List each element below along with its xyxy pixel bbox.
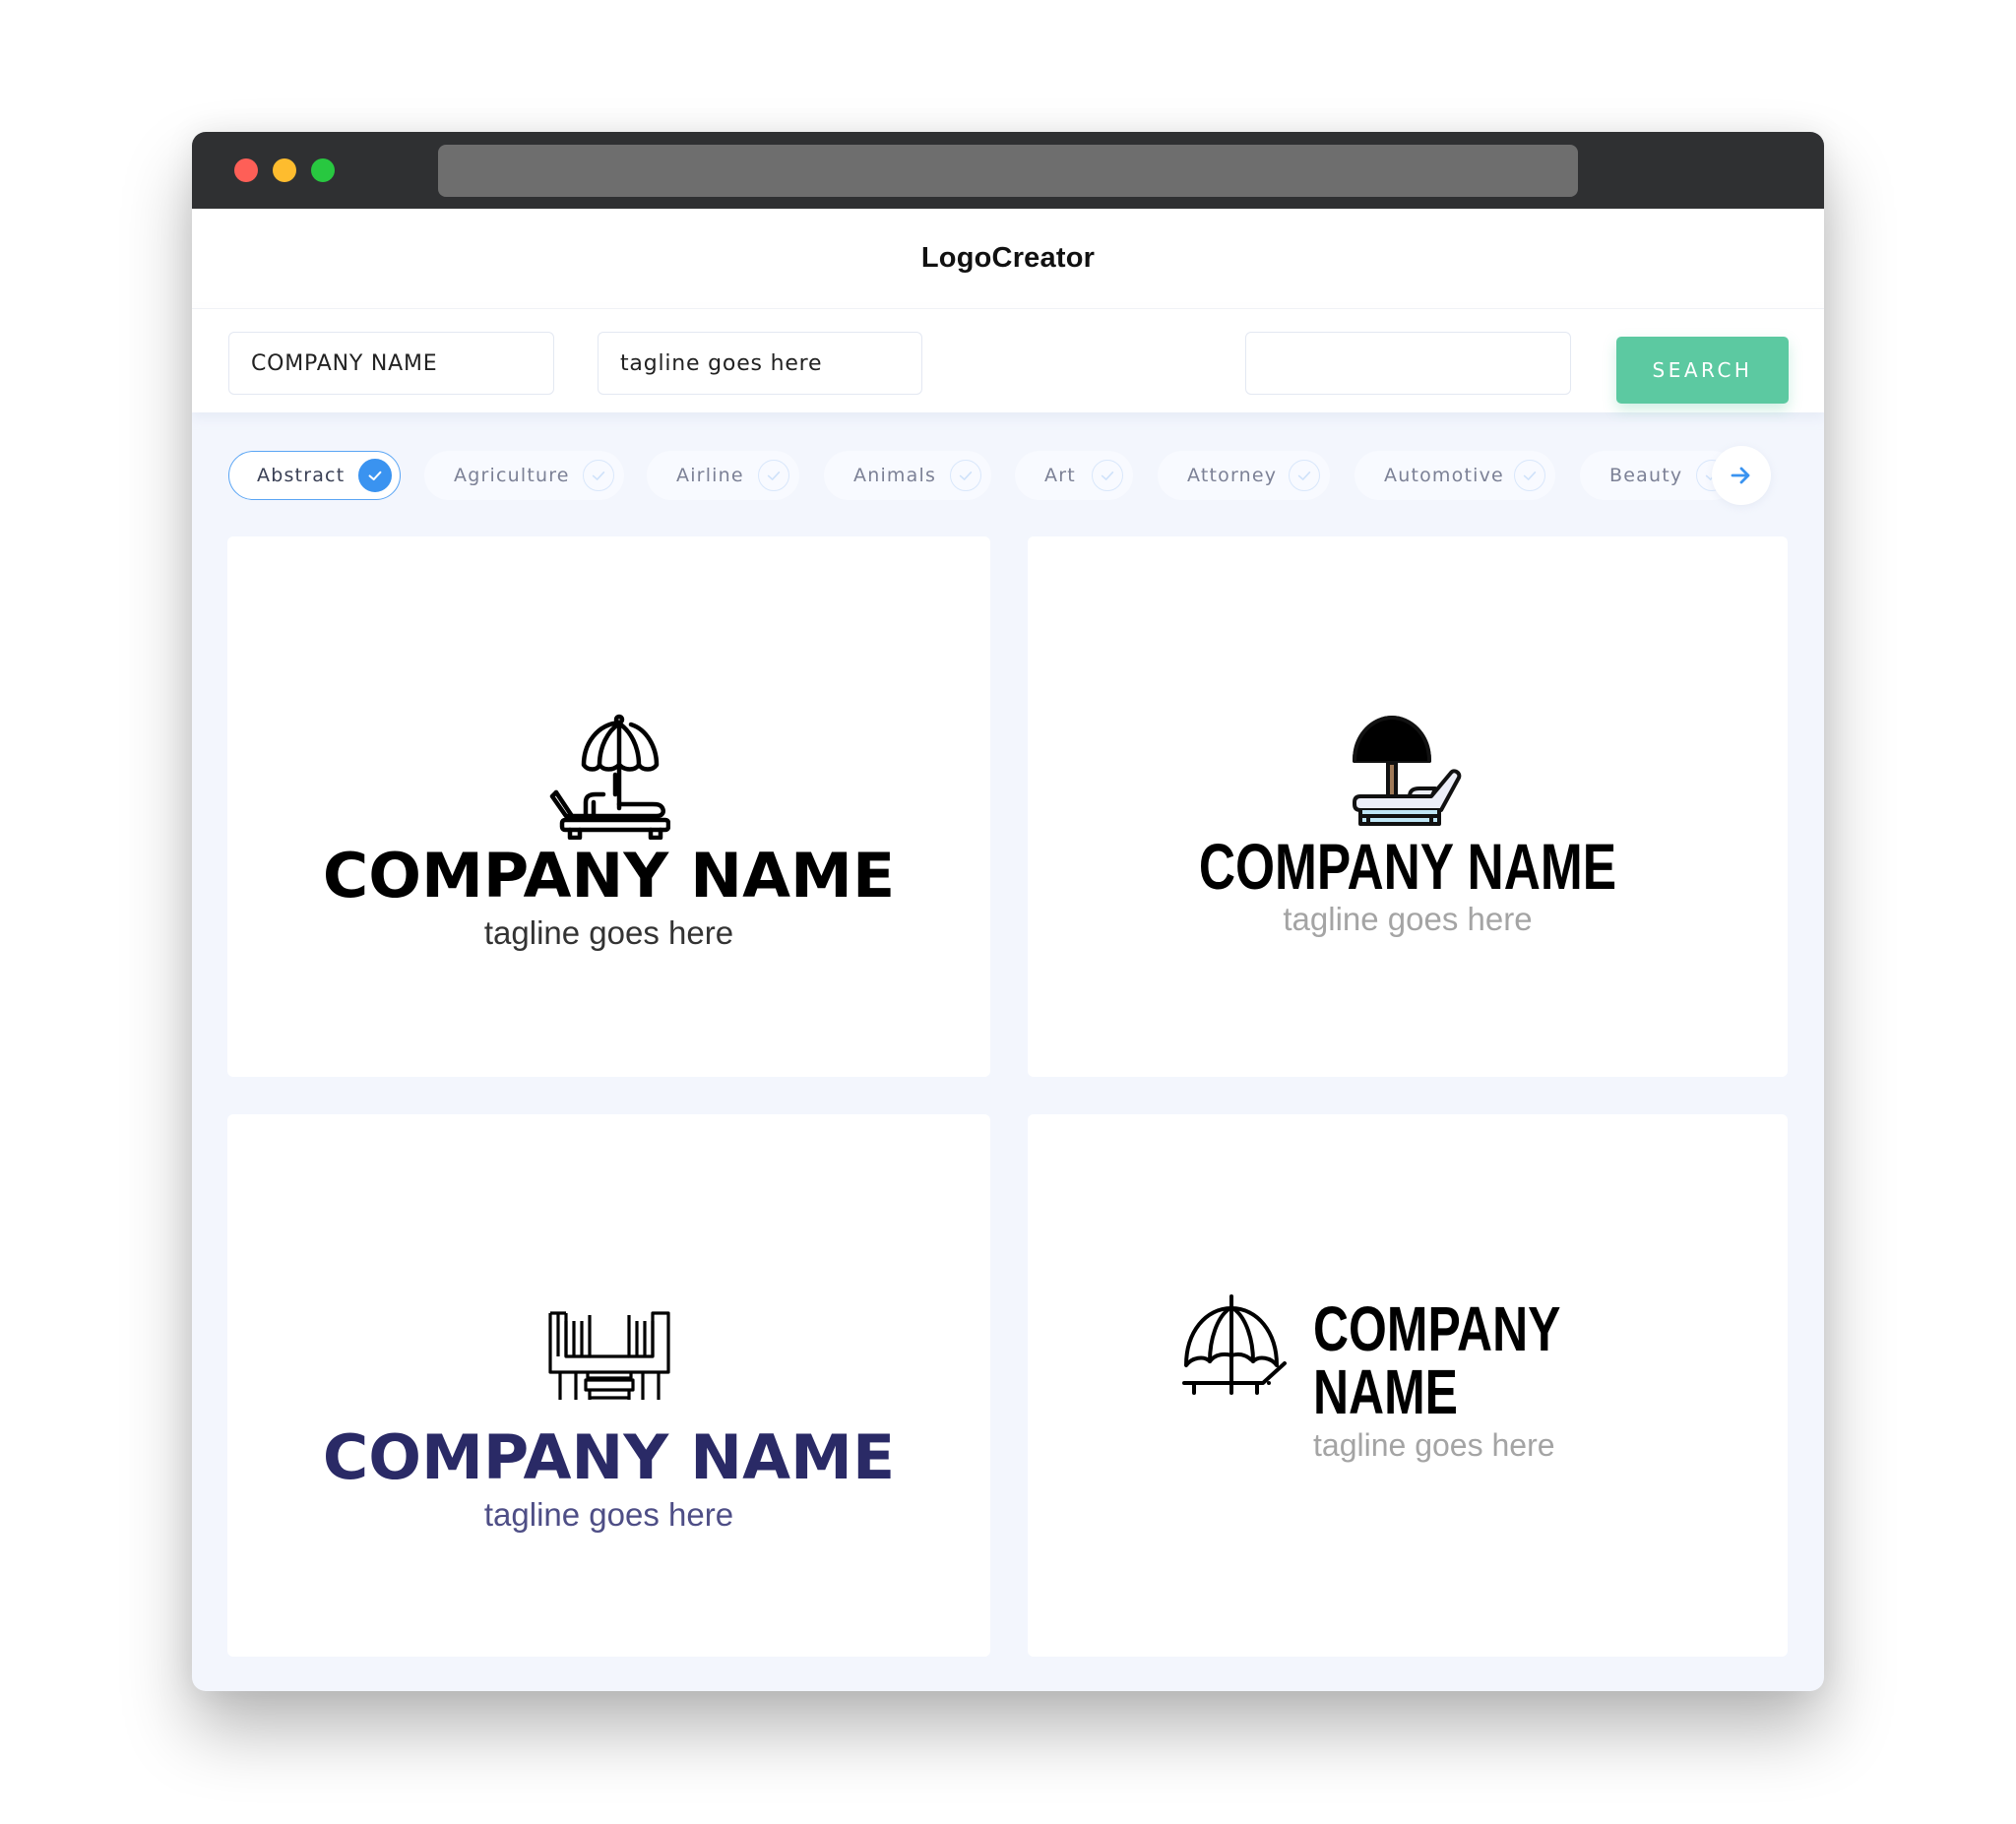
checkmark-icon <box>358 459 392 492</box>
category-label: Animals <box>853 465 937 486</box>
logo-card[interactable]: COMPANY NAME tagline goes here <box>227 536 990 1077</box>
logo-tagline: tagline goes here <box>483 914 734 951</box>
checkmark-icon <box>950 460 981 491</box>
logo-card[interactable]: COMPANY NAME tagline goes here <box>1028 1114 1788 1657</box>
logo-tagline: tagline goes here <box>1283 901 1533 937</box>
category-chip-abstract[interactable]: Abstract <box>228 451 401 500</box>
category-label: Beauty <box>1609 465 1683 486</box>
category-chip-automotive[interactable]: Automotive <box>1354 451 1555 500</box>
checkmark-icon <box>758 460 789 491</box>
tagline-input[interactable]: tagline goes here <box>598 332 922 395</box>
checkmark-icon <box>583 460 614 491</box>
logo-preview: COMPANY NAME tagline goes here <box>1028 714 1788 935</box>
close-window-button[interactable] <box>234 158 258 182</box>
umbrella-lounger-icon <box>1182 1294 1287 1395</box>
category-chip-agriculture[interactable]: Agriculture <box>424 451 624 500</box>
company-name-value: COMPANY NAME <box>251 350 438 376</box>
checkmark-icon <box>1289 460 1320 491</box>
category-label: Abstract <box>257 465 346 486</box>
category-chip-attorney[interactable]: Attorney <box>1158 451 1330 500</box>
category-chip-airline[interactable]: Airline <box>647 451 799 500</box>
beach-chair-umbrella-outline-icon <box>549 714 670 840</box>
category-label: Automotive <box>1384 465 1504 486</box>
arrow-right-icon <box>1731 467 1750 484</box>
company-name-input[interactable]: COMPANY NAME <box>228 332 554 395</box>
deck-chairs-icon <box>547 1311 670 1400</box>
logo-company-name: COMPANY NAME <box>322 840 896 912</box>
category-filter-bar: Abstract Agriculture Airline Animals Art <box>228 451 1789 500</box>
category-label: Art <box>1044 465 1076 486</box>
logo-tagline: tagline goes here <box>483 1496 734 1533</box>
beach-chair-umbrella-color-icon <box>1353 716 1462 826</box>
address-bar[interactable] <box>438 145 1578 197</box>
category-chip-art[interactable]: Art <box>1015 451 1133 500</box>
logo-tagline: tagline goes here <box>1313 1427 1555 1463</box>
minimize-window-button[interactable] <box>273 158 296 182</box>
logo-preview: COMPANY NAME tagline goes here <box>227 714 990 949</box>
maximize-window-button[interactable] <box>311 158 335 182</box>
logo-company-name-wrap: COMPANY NAME <box>1313 1297 1727 1423</box>
app-title: LogoCreator <box>920 242 1096 274</box>
checkmark-icon <box>1514 460 1545 491</box>
logo-company-name: COMPANY NAME <box>1198 830 1617 903</box>
logo-card[interactable]: COMPANY NAME tagline goes here <box>1028 536 1788 1077</box>
logo-preview: COMPANY NAME tagline goes here <box>227 1311 990 1531</box>
logo-company-name: COMPANY NAME <box>1313 1293 1560 1427</box>
category-chip-animals[interactable]: Animals <box>824 451 991 500</box>
tagline-value: tagline goes here <box>620 350 823 376</box>
search-button[interactable]: SEARCH <box>1616 337 1789 404</box>
keyword-input[interactable] <box>1245 332 1571 395</box>
search-bar: COMPANY NAME tagline goes here SEARCH <box>192 308 1824 412</box>
app-header: LogoCreator <box>192 209 1824 308</box>
logo-text-block: COMPANY NAME tagline goes here <box>1313 1297 1727 1461</box>
logo-company-name-wrap: COMPANY NAME <box>1028 834 1788 899</box>
category-label: Attorney <box>1187 465 1278 486</box>
logo-company-name: COMPANY NAME <box>322 1421 896 1493</box>
checkmark-icon <box>1092 460 1123 491</box>
category-label: Airline <box>676 465 744 486</box>
category-label: Agriculture <box>454 465 570 486</box>
title-bar <box>192 132 1824 209</box>
logo-card[interactable]: COMPANY NAME tagline goes here <box>227 1114 990 1657</box>
next-categories-button[interactable] <box>1712 446 1771 505</box>
browser-window: LogoCreator COMPANY NAME tagline goes he… <box>192 132 1824 1691</box>
